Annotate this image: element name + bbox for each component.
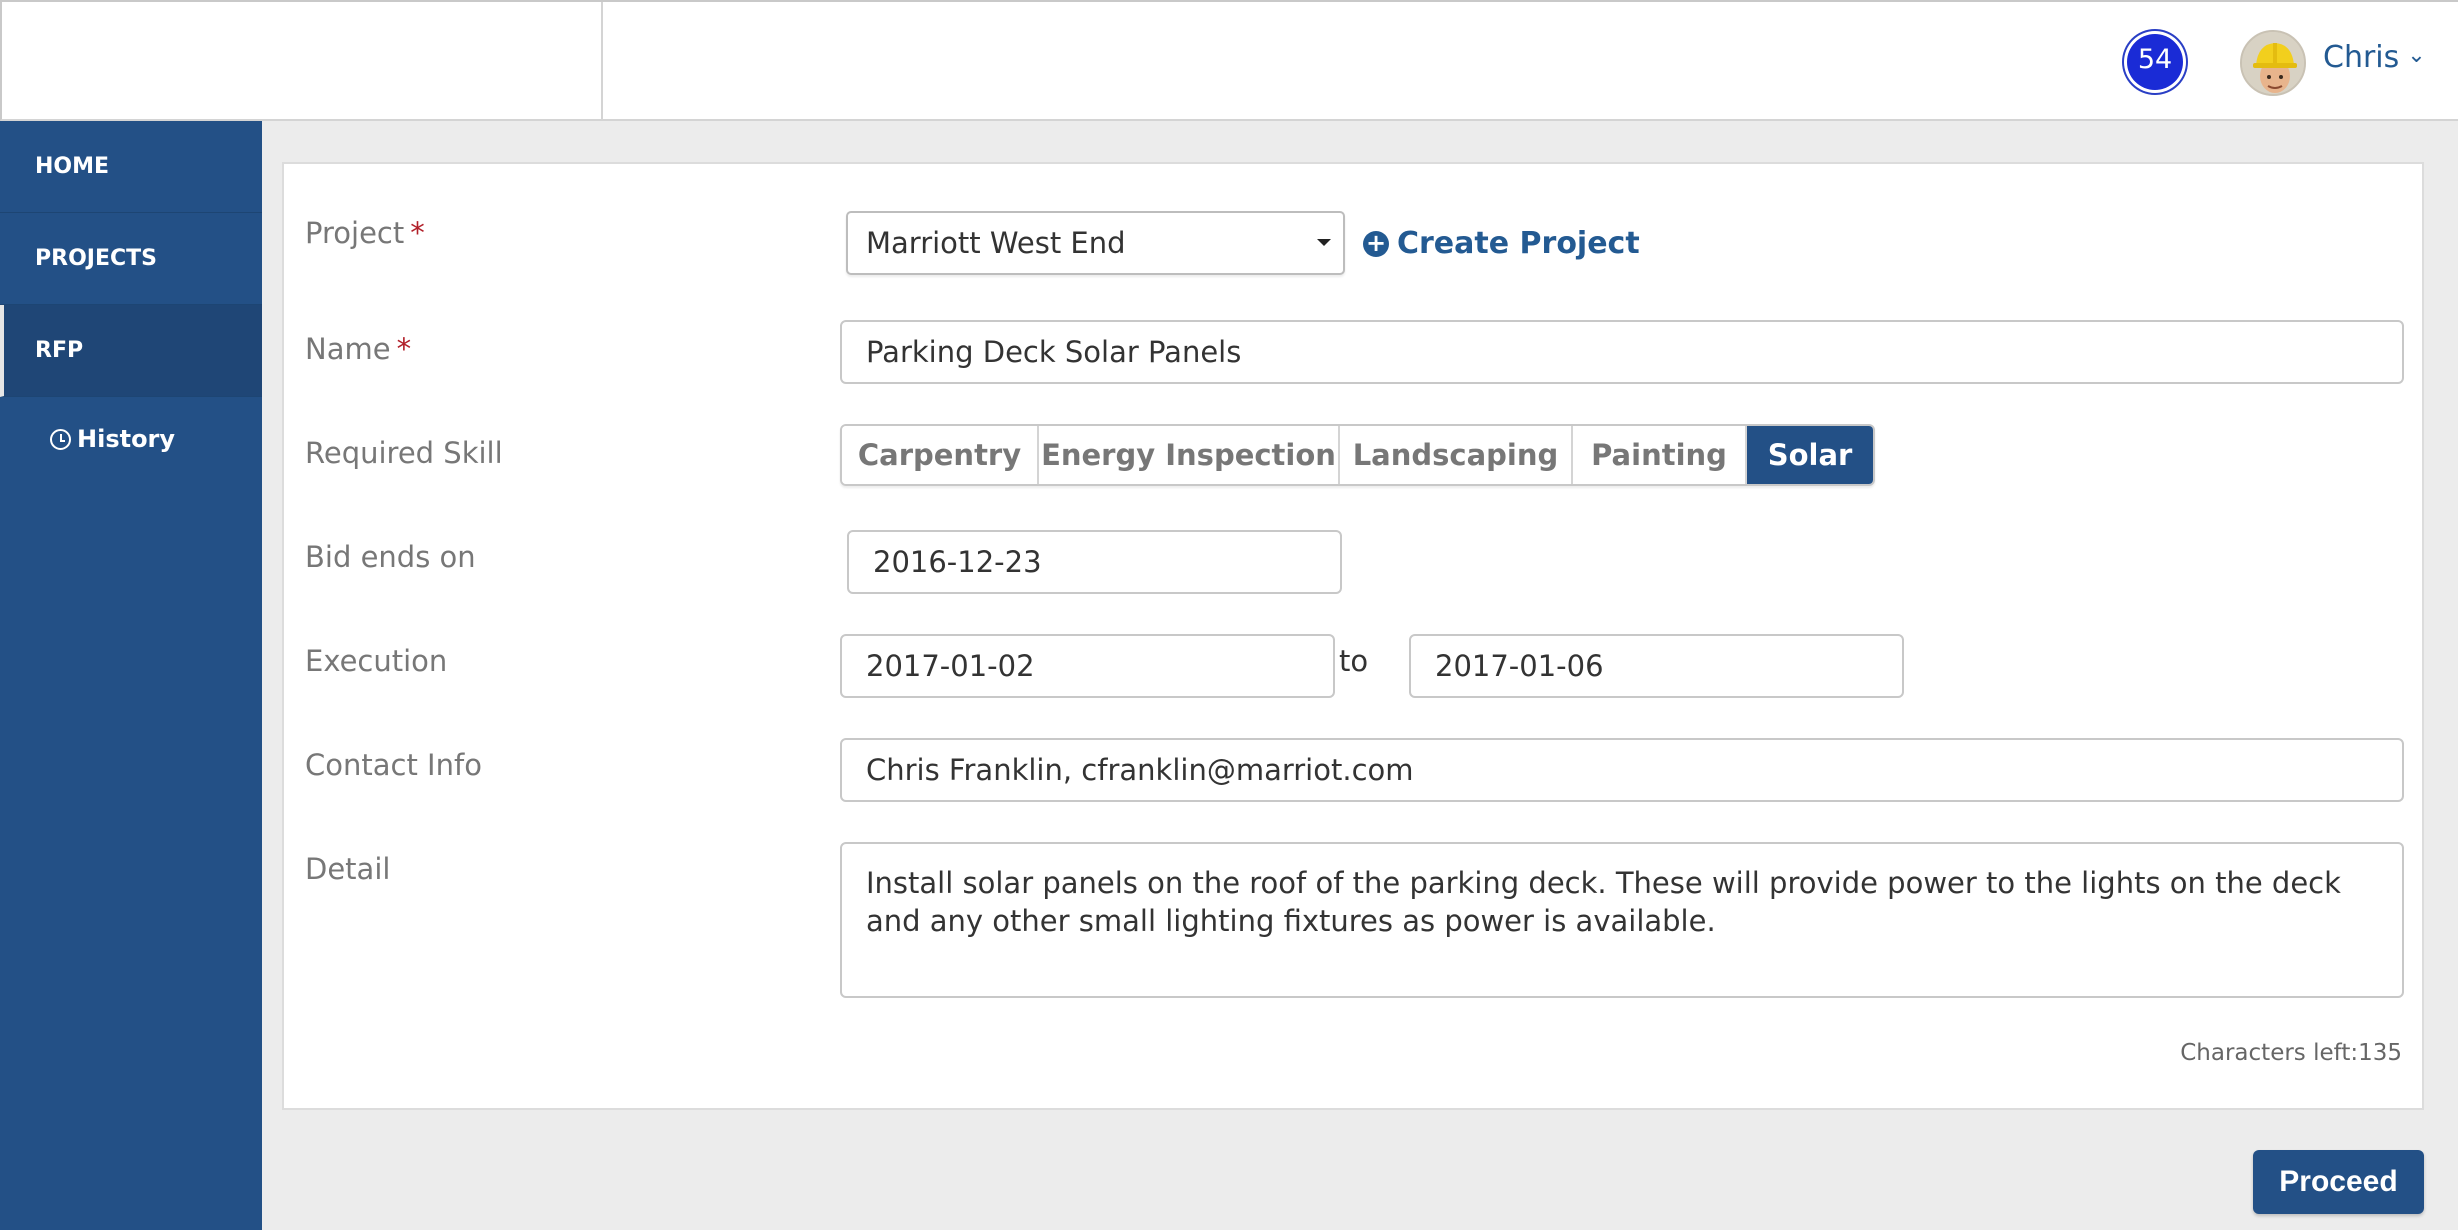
user-menu[interactable]: Chris ⌄: [2323, 40, 2426, 75]
project-select-value: Marriott West End: [866, 226, 1126, 260]
clock-icon: [50, 428, 71, 450]
contact-info-value: Chris Franklin, cfranklin@marriot.com: [866, 753, 1414, 787]
contact-info-field[interactable]: Chris Franklin, cfranklin@marriot.com: [840, 738, 2404, 802]
dropdown-caret-icon: [1317, 239, 1331, 246]
skill-option-energy-inspection[interactable]: Energy Inspection: [1039, 426, 1340, 484]
skill-button-group: Carpentry Energy Inspection Landscaping …: [840, 424, 1875, 486]
top-bar: 54 Chris ⌄: [0, 0, 2458, 121]
required-marker: *: [410, 216, 425, 250]
characters-left-counter: Characters left:135: [2180, 1040, 2402, 1066]
sidebar: HOME PROJECTS RFP History: [0, 121, 262, 1230]
skill-label: Required Skill: [305, 436, 503, 470]
skill-option-carpentry[interactable]: Carpentry: [842, 426, 1039, 484]
sidebar-item-home[interactable]: HOME: [0, 121, 262, 213]
contact-label: Contact Info: [305, 748, 482, 782]
create-project-link[interactable]: + Create Project: [1363, 226, 1640, 261]
notification-badge[interactable]: 54: [2127, 34, 2183, 90]
execution-to-word: to: [1339, 644, 1369, 678]
sidebar-subitem-label: History: [77, 425, 176, 453]
user-name: Chris: [2323, 40, 2400, 75]
sidebar-item-label: PROJECTS: [35, 246, 157, 271]
skill-option-solar[interactable]: Solar: [1747, 426, 1873, 484]
logo-area: [2, 2, 603, 121]
name-field-value: Parking Deck Solar Panels: [866, 335, 1242, 369]
avatar[interactable]: [2240, 30, 2306, 96]
project-label-text: Project: [305, 216, 405, 250]
project-label: Project *: [305, 216, 425, 250]
bid-ends-date-value: 2016-12-23: [873, 545, 1042, 579]
detail-label: Detail: [305, 852, 391, 886]
skill-option-landscaping[interactable]: Landscaping: [1340, 426, 1573, 484]
execution-start-field[interactable]: 2017-01-02: [840, 634, 1335, 698]
execution-end-value: 2017-01-06: [1435, 649, 1604, 683]
create-project-label: Create Project: [1397, 226, 1640, 261]
skill-option-painting[interactable]: Painting: [1573, 426, 1747, 484]
sidebar-item-label: HOME: [35, 154, 110, 179]
plus-circle-icon: +: [1363, 230, 1389, 257]
name-label: Name *: [305, 332, 411, 366]
name-label-text: Name: [305, 332, 391, 366]
proceed-button[interactable]: Proceed: [2253, 1150, 2424, 1214]
name-field[interactable]: Parking Deck Solar Panels: [840, 320, 2404, 384]
rfp-form-panel: Project * Marriott West End + Create Proj…: [282, 162, 2424, 1110]
detail-textarea[interactable]: Install solar panels on the roof of the …: [840, 842, 2404, 998]
chevron-down-icon: ⌄: [2407, 43, 2426, 68]
user-avatar-image: [2242, 32, 2304, 94]
sidebar-item-label: RFP: [35, 338, 84, 363]
execution-end-field[interactable]: 2017-01-06: [1409, 634, 1904, 698]
execution-start-value: 2017-01-02: [866, 649, 1035, 683]
bid-ends-date-field[interactable]: 2016-12-23: [847, 530, 1342, 594]
sidebar-subitem-history[interactable]: History: [0, 397, 262, 481]
execution-label: Execution: [305, 644, 448, 678]
sidebar-item-projects[interactable]: PROJECTS: [0, 213, 262, 305]
sidebar-item-rfp[interactable]: RFP: [0, 305, 262, 397]
bid-ends-label: Bid ends on: [305, 540, 476, 574]
required-marker: *: [396, 332, 412, 366]
project-select[interactable]: Marriott West End: [846, 211, 1345, 275]
